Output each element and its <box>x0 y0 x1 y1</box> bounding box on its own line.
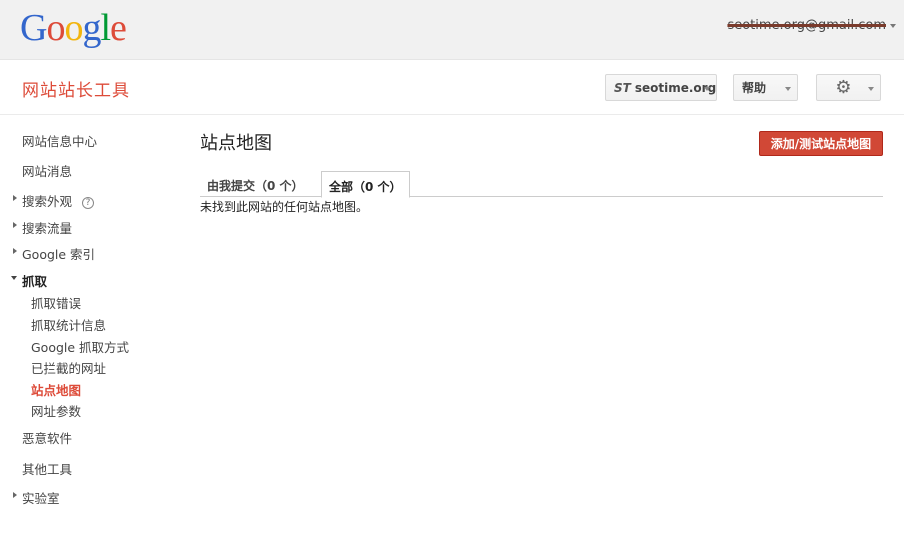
app-title[interactable]: 网站站长工具 <box>22 76 130 101</box>
sidebar-item-label: 搜索外观 <box>22 194 73 209</box>
sidebar-item-label: 抓取统计信息 <box>31 318 107 333</box>
sidebar-item-label: 网址参数 <box>31 404 82 419</box>
logo-letter: l <box>100 7 111 49</box>
site-selector[interactable]: ST seotime.org <box>605 74 717 101</box>
sidebar-item-url-parameters[interactable]: 网址参数 <box>31 401 81 420</box>
sidebar-item-label: 搜索流量 <box>22 221 73 236</box>
sidebar-item-search-traffic[interactable]: 搜索流量 <box>13 218 73 237</box>
chevron-down-icon <box>704 87 710 91</box>
expand-arrow-icon <box>13 248 17 254</box>
sidebar-item-label: 恶意软件 <box>22 431 73 446</box>
sidebar-item-label: 抓取错误 <box>31 296 82 311</box>
expand-arrow-icon <box>13 492 17 498</box>
sidebar-item-label: 抓取 <box>22 274 48 289</box>
tab-submitted-by-me[interactable]: 由我提交（0 个） <box>200 171 311 197</box>
chevron-down-icon <box>785 87 791 91</box>
add-test-sitemap-button[interactable]: 添加/测试站点地图 <box>759 131 883 156</box>
page-title: 站点地图 <box>200 133 272 154</box>
site-favicon-icon: ST <box>614 80 631 95</box>
help-icon[interactable]: ? <box>82 197 94 209</box>
settings-button[interactable]: ⚙ <box>816 74 881 101</box>
sidebar-item-search-appearance[interactable]: 搜索外观 ? <box>13 191 94 210</box>
sidebar-item-label: Google 索引 <box>22 247 96 262</box>
logo-letter: G <box>20 7 47 49</box>
sidebar-item-blocked-urls[interactable]: 已拦截的网址 <box>31 358 106 377</box>
expand-arrow-icon <box>13 222 17 228</box>
sidebar-item-label: 网站信息中心 <box>22 134 98 149</box>
tab-all[interactable]: 全部（0 个） <box>321 171 410 198</box>
sidebar-item-crawl-errors[interactable]: 抓取错误 <box>31 293 81 312</box>
collapse-arrow-icon <box>11 276 17 280</box>
sitemap-tabs: 由我提交（0 个） 全部（0 个） <box>200 171 883 198</box>
account-email: seotime.org@gmail.com <box>727 18 886 33</box>
app-header: 网站站长工具 ST seotime.org 帮助 ⚙ <box>0 60 904 115</box>
sidebar-item-label: 其他工具 <box>22 462 73 477</box>
sidebar-item-malware[interactable]: 恶意软件 <box>22 428 72 447</box>
sidebar-item-label: 站点地图 <box>31 383 82 398</box>
sidebar-item-fetch-as-google[interactable]: Google 抓取方式 <box>31 337 129 356</box>
account-menu[interactable]: seotime.org@gmail.com <box>727 18 896 33</box>
help-button-label: 帮助 <box>742 81 767 95</box>
sidebar-item-dashboard[interactable]: 网站信息中心 <box>22 131 97 150</box>
logo-letter: e <box>110 7 127 49</box>
expand-arrow-icon <box>13 195 17 201</box>
sidebar-item-label: 已拦截的网址 <box>31 361 107 376</box>
chevron-down-icon <box>868 87 874 91</box>
sidebar-item-crawl[interactable]: 抓取 <box>11 271 48 290</box>
empty-state-message: 未找到此网站的任何站点地图。 <box>200 200 369 214</box>
logo-letter: o <box>46 7 65 49</box>
logo-letter: o <box>64 7 83 49</box>
help-button[interactable]: 帮助 <box>733 74 798 101</box>
sidebar-item-label: 实验室 <box>22 491 60 506</box>
sidebar-item-label: Google 抓取方式 <box>31 340 130 355</box>
sidebar-item-google-index[interactable]: Google 索引 <box>13 244 96 263</box>
top-bar: Google seotime.org@gmail.com <box>0 0 904 60</box>
sidebar-item-crawl-stats[interactable]: 抓取统计信息 <box>31 315 106 334</box>
sidebar-item-labs[interactable]: 实验室 <box>13 488 60 507</box>
sidebar-item-label: 网站消息 <box>22 164 73 179</box>
sidebar-item-other-tools[interactable]: 其他工具 <box>22 459 72 478</box>
gear-icon: ⚙ <box>835 77 852 98</box>
google-logo[interactable]: Google <box>20 6 127 50</box>
sidebar-item-sitemaps[interactable]: 站点地图 <box>31 380 81 399</box>
sidebar-item-messages[interactable]: 网站消息 <box>22 161 72 180</box>
chevron-down-icon <box>890 23 896 28</box>
logo-letter: g <box>82 7 101 49</box>
